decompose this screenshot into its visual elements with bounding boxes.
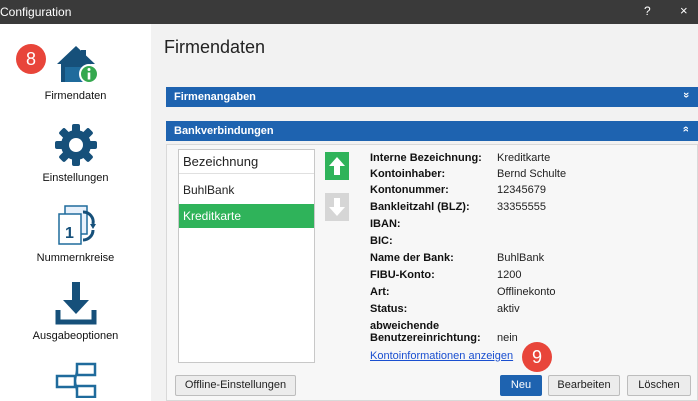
- chevron-up-icon[interactable]: »: [680, 126, 692, 132]
- bank-list[interactable]: Bezeichnung BuhlBank Kreditkarte: [178, 149, 315, 363]
- gear-icon: [54, 124, 97, 166]
- detail-row: Bankleitzahl (BLZ): 33355555: [370, 201, 690, 217]
- main-content: Firmendaten Firmenangaben » Bankverbindu…: [151, 24, 698, 401]
- new-button[interactable]: Neu: [500, 375, 542, 396]
- detail-row: Kontoinhaber: Bernd Schulte: [370, 168, 690, 184]
- offline-settings-button[interactable]: Offline-Einstellungen: [175, 375, 296, 396]
- detail-row: IBAN:: [370, 218, 690, 234]
- detail-label: FIBU-Konto:: [370, 269, 435, 281]
- detail-value: nein: [497, 332, 518, 344]
- arrow-up-icon: [329, 157, 345, 175]
- detail-label: Name der Bank:: [370, 252, 454, 264]
- detail-label: abweichende: [370, 320, 440, 332]
- page-title: Firmendaten: [164, 37, 266, 57]
- detail-value: 1200: [497, 269, 522, 281]
- detail-row: Status: aktiv: [370, 303, 690, 319]
- detail-value: aktiv: [497, 303, 520, 315]
- arrow-down-icon: [329, 198, 345, 216]
- detail-value: BuhlBank: [497, 252, 545, 264]
- detail-row: Kontonummer: 12345679: [370, 184, 690, 200]
- detail-label: Art:: [370, 286, 390, 298]
- chevron-down-icon[interactable]: »: [680, 92, 692, 98]
- detail-row: Interne Bezeichnung: Kreditkarte: [370, 152, 690, 168]
- sidebar-item-label: Ausgabeoptionen: [32, 330, 119, 342]
- sidebar-item-label: Firmendaten: [44, 90, 107, 102]
- edit-button[interactable]: Bearbeiten: [548, 375, 620, 396]
- sidebar-item-structure[interactable]: [0, 362, 151, 398]
- structure-icon: [55, 362, 96, 398]
- sidebar-item-label: Einstellungen: [42, 172, 109, 184]
- detail-value: Offlinekonto: [497, 286, 556, 298]
- detail-label: Interne Bezeichnung:: [370, 152, 482, 164]
- sidebar-item-nummernkreise[interactable]: 1 Nummernkreise: [0, 204, 151, 264]
- section-title: Firmenangaben: [174, 91, 256, 103]
- move-up-button[interactable]: [325, 152, 349, 180]
- step-badge-9: 9: [522, 342, 552, 372]
- detail-label: Kontonummer:: [370, 184, 449, 196]
- detail-row: Name der Bank: BuhlBank: [370, 252, 690, 268]
- section-title: Bankverbindungen: [174, 125, 274, 137]
- step-badge-8: 8: [16, 44, 46, 74]
- section-bankverbindungen[interactable]: Bankverbindungen »: [166, 121, 698, 141]
- detail-value: 12345679: [497, 184, 546, 196]
- detail-row: BIC:: [370, 235, 690, 251]
- detail-row: Art: Offlinekonto: [370, 286, 690, 302]
- svg-text:1: 1: [65, 225, 74, 242]
- detail-value: Kreditkarte: [497, 152, 551, 164]
- section-firmenangaben[interactable]: Firmenangaben »: [166, 87, 698, 107]
- detail-label: BIC:: [370, 235, 393, 247]
- detail-label: Kontoinhaber:: [370, 168, 446, 180]
- detail-row: FIBU-Konto: 1200: [370, 269, 690, 285]
- detail-value: Bernd Schulte: [497, 168, 567, 180]
- numbering-icon: 1: [57, 205, 96, 245]
- window-title: Configuration: [0, 5, 72, 19]
- list-item[interactable]: BuhlBank: [179, 178, 314, 202]
- detail-label: IBAN:: [370, 218, 401, 230]
- move-down-button[interactable]: [325, 193, 349, 221]
- account-info-link[interactable]: Kontoinformationen anzeigen: [370, 350, 513, 362]
- title-bar: Configuration ? ×: [0, 0, 698, 24]
- sidebar-item-label: Nummernkreise: [36, 252, 115, 264]
- sidebar: Firmendaten 8 Einstellungen 1 Nummernkre…: [0, 24, 151, 401]
- close-button[interactable]: ×: [680, 3, 688, 18]
- detail-label: Status:: [370, 303, 408, 315]
- delete-button[interactable]: Löschen: [627, 375, 691, 396]
- sidebar-item-einstellungen[interactable]: Einstellungen: [0, 122, 151, 184]
- detail-value: 33355555: [497, 201, 546, 213]
- detail-label: Bankleitzahl (BLZ):: [370, 201, 470, 213]
- help-button[interactable]: ?: [644, 4, 651, 18]
- sidebar-item-ausgabeoptionen[interactable]: Ausgabeoptionen: [0, 280, 151, 342]
- detail-label: Benutzereinrichtung:: [370, 332, 481, 344]
- download-icon: [55, 282, 96, 325]
- list-header[interactable]: Bezeichnung: [179, 150, 314, 174]
- home-info-icon: [56, 46, 99, 84]
- list-item-selected[interactable]: Kreditkarte: [179, 204, 314, 228]
